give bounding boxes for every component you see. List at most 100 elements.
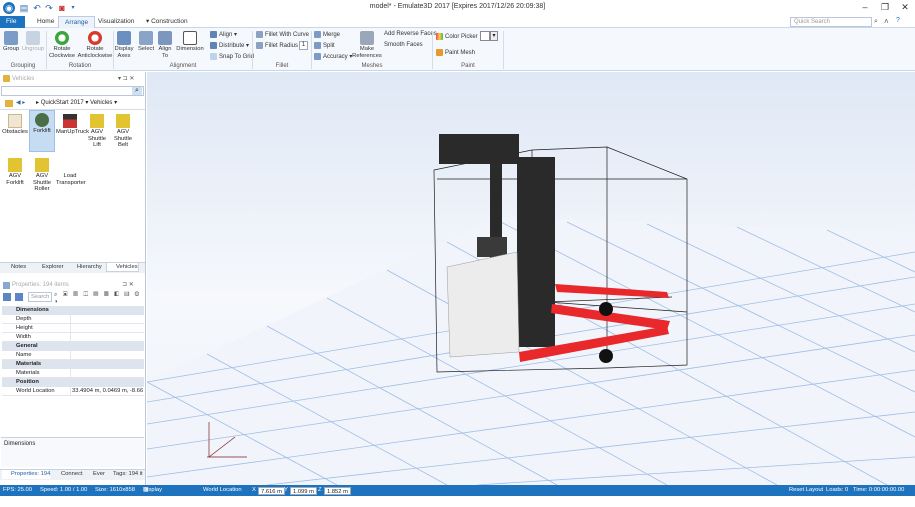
catalog-item-agv-shuttle-lift[interactable]: AGV Shuttle Lift <box>84 112 110 154</box>
fillet-with-curve-button[interactable]: Fillet With Curve <box>256 31 309 39</box>
collapse-ribbon-icon[interactable]: ˄ <box>884 17 889 26</box>
category-position[interactable]: Position <box>2 378 144 387</box>
property-row-world-location[interactable]: World Location 33.4904 m, 0.0469 m, -8.66 <box>2 387 144 396</box>
search-icon[interactable]: ⌕ <box>874 18 878 26</box>
property-value[interactable]: 33.4904 m, 0.0469 m, -8.66 <box>70 387 143 396</box>
close-button[interactable]: ✕ <box>896 0 914 14</box>
reset-layout-button[interactable]: Reset Layout <box>789 485 823 496</box>
category-general[interactable]: General <box>2 342 144 351</box>
ungroup-button[interactable]: Ungroup <box>21 31 45 53</box>
catalog-item-label: AGV Forklift <box>6 173 24 186</box>
category-materials[interactable]: Materials <box>2 360 144 369</box>
select-icon <box>139 31 153 45</box>
color-dropdown-icon[interactable]: ▾ <box>490 31 498 41</box>
x-input[interactable]: 7.616 m <box>258 486 285 495</box>
catalog-search-icon[interactable]: ⌕ <box>132 87 142 95</box>
property-value[interactable] <box>70 369 72 378</box>
help-icon[interactable]: ? <box>896 17 900 24</box>
categorized-icon[interactable] <box>3 293 11 301</box>
select-button[interactable]: Select <box>136 31 156 53</box>
load-transporter-icon <box>63 158 77 172</box>
catalog-search-input[interactable] <box>1 86 144 96</box>
tab-construction[interactable]: ▾ Construction <box>140 16 194 28</box>
category-dimensions[interactable]: Dimensions <box>2 306 144 315</box>
property-value[interactable] <box>70 351 72 360</box>
split-button[interactable]: Split <box>314 42 335 50</box>
scene-canvas[interactable] <box>146 72 915 486</box>
property-row-height[interactable]: Height <box>2 324 144 333</box>
merge-icon <box>314 31 321 38</box>
catalog-item-agv-shuttle-roller[interactable]: AGV Shuttle Roller <box>29 156 55 198</box>
property-value[interactable] <box>70 333 72 342</box>
tab-vehicles[interactable]: Vehicles <box>106 263 139 272</box>
tab-home[interactable]: Home <box>31 16 60 28</box>
tab-tags[interactable]: Tags: 194 it <box>104 470 143 479</box>
properties-toolbar-icons[interactable]: ⌕ ▣ ▤ ◫ ▥ ▦ ◧ ▨ ◍ ◑ <box>54 292 145 305</box>
alphabetical-icon[interactable] <box>15 293 23 301</box>
tab-connect[interactable]: Connect <box>52 470 83 479</box>
property-value[interactable] <box>70 315 72 324</box>
3d-viewport[interactable] <box>146 72 915 486</box>
tab-arrange[interactable]: Arrange <box>58 16 96 28</box>
tab-events[interactable]: Ever <box>84 470 105 479</box>
property-row-materials[interactable]: Materials <box>2 369 144 378</box>
catalog-item-agv-forklift[interactable]: AGV Forklift <box>2 156 28 198</box>
tab-properties[interactable]: Properties: 194 <box>2 470 51 479</box>
catalog-item-manuptruck[interactable]: ManUpTruck <box>56 112 89 154</box>
snap-to-grid-button[interactable]: Snap To Grid <box>210 53 254 61</box>
properties-pin-icon[interactable]: ⊐ ✕ <box>122 281 134 288</box>
speed-text[interactable]: Speed: 1.00 / 1.00 <box>40 485 87 496</box>
rotate-anticlockwise-label: Rotate Anticlockwise <box>77 46 113 59</box>
quick-search-input[interactable]: Quick Search <box>790 17 872 27</box>
rotate-anticlockwise-button[interactable]: Rotate Anticlockwise <box>77 31 113 59</box>
left-panel: Vehicles ▾ ⊐ ✕ ⌕ ◀ ▸ ▸ QuickStart 2017 ▾… <box>0 72 146 485</box>
catalog-item-agv-shuttle-belt[interactable]: AGV Shuttle Belt <box>111 112 135 154</box>
window-title: model* - Emulate3D 2017 [Expires 2017/12… <box>369 3 546 10</box>
rotate-clockwise-button[interactable]: Rotate Clockwise <box>48 31 76 59</box>
property-row-depth[interactable]: Depth <box>2 315 144 324</box>
property-value[interactable] <box>70 324 72 333</box>
rotate-anticlockwise-icon <box>88 31 102 45</box>
display-axes-button[interactable]: Display Axes <box>114 31 134 59</box>
property-row-width[interactable]: Width <box>2 333 144 342</box>
distribute-button[interactable]: Distribute ▾ <box>210 42 249 50</box>
y-input[interactable]: 1.099 m <box>290 486 317 495</box>
fillet-radius-input[interactable]: 1 <box>299 41 308 50</box>
align-to-button[interactable]: Align To <box>156 31 174 59</box>
accuracy-button[interactable]: Accuracy ▾ <box>314 53 352 61</box>
tab-explorer[interactable]: Explorer <box>33 263 64 272</box>
tab-file[interactable]: File <box>0 16 25 28</box>
z-input[interactable]: 1.852 m <box>324 486 351 495</box>
smooth-faces-button[interactable]: Smooth Faces <box>384 42 423 49</box>
dimension-button[interactable]: Dimension <box>175 31 205 53</box>
breadcrumb-vehicles[interactable]: Vehicles <box>90 100 112 106</box>
add-reverse-faces-button[interactable]: Add Reverse Faces <box>384 31 437 38</box>
maximize-button[interactable]: ❐ <box>876 0 894 14</box>
color-swatch[interactable] <box>480 31 490 41</box>
properties-search-input[interactable]: Search <box>28 292 52 302</box>
tab-notes[interactable]: Notes <box>2 263 26 272</box>
color-picker-button[interactable]: Color Picker <box>436 33 478 41</box>
make-references-button[interactable]: Make References <box>352 31 382 59</box>
vehicle-catalog-icon <box>3 75 10 82</box>
color-picker-icon <box>436 33 443 40</box>
catalog-tabs: Notes Explorer Hierarchy Vehicles <box>0 262 145 273</box>
merge-button[interactable]: Merge <box>314 31 340 39</box>
paint-mesh-button[interactable]: Paint Mesh <box>436 49 475 57</box>
align-button[interactable]: Align ▾ <box>210 31 237 39</box>
catalog-dropdown-icon[interactable]: ▾ ⊐ ✕ <box>118 75 134 82</box>
property-row-name[interactable]: Name <box>2 351 144 360</box>
catalog-item-forklift[interactable]: Forklift <box>29 110 55 152</box>
catalog-item-obstacles[interactable]: Obstacles <box>2 112 28 154</box>
back-icon[interactable]: ◀ ▸ <box>16 99 25 106</box>
select-label: Select <box>137 46 155 52</box>
make-references-icon <box>360 31 374 45</box>
property-name: Width <box>16 334 31 340</box>
minimize-button[interactable]: – <box>856 0 874 14</box>
group-label: Group <box>2 46 20 52</box>
group-button[interactable]: Group <box>1 31 21 53</box>
catalog-item-load-transporter[interactable]: Load Transporter <box>56 156 86 198</box>
tab-visualization[interactable]: Visualization <box>92 16 140 28</box>
breadcrumb-quickstart[interactable]: QuickStart 2017 <box>41 100 84 106</box>
tab-hierarchy[interactable]: Hierarchy <box>68 263 102 272</box>
